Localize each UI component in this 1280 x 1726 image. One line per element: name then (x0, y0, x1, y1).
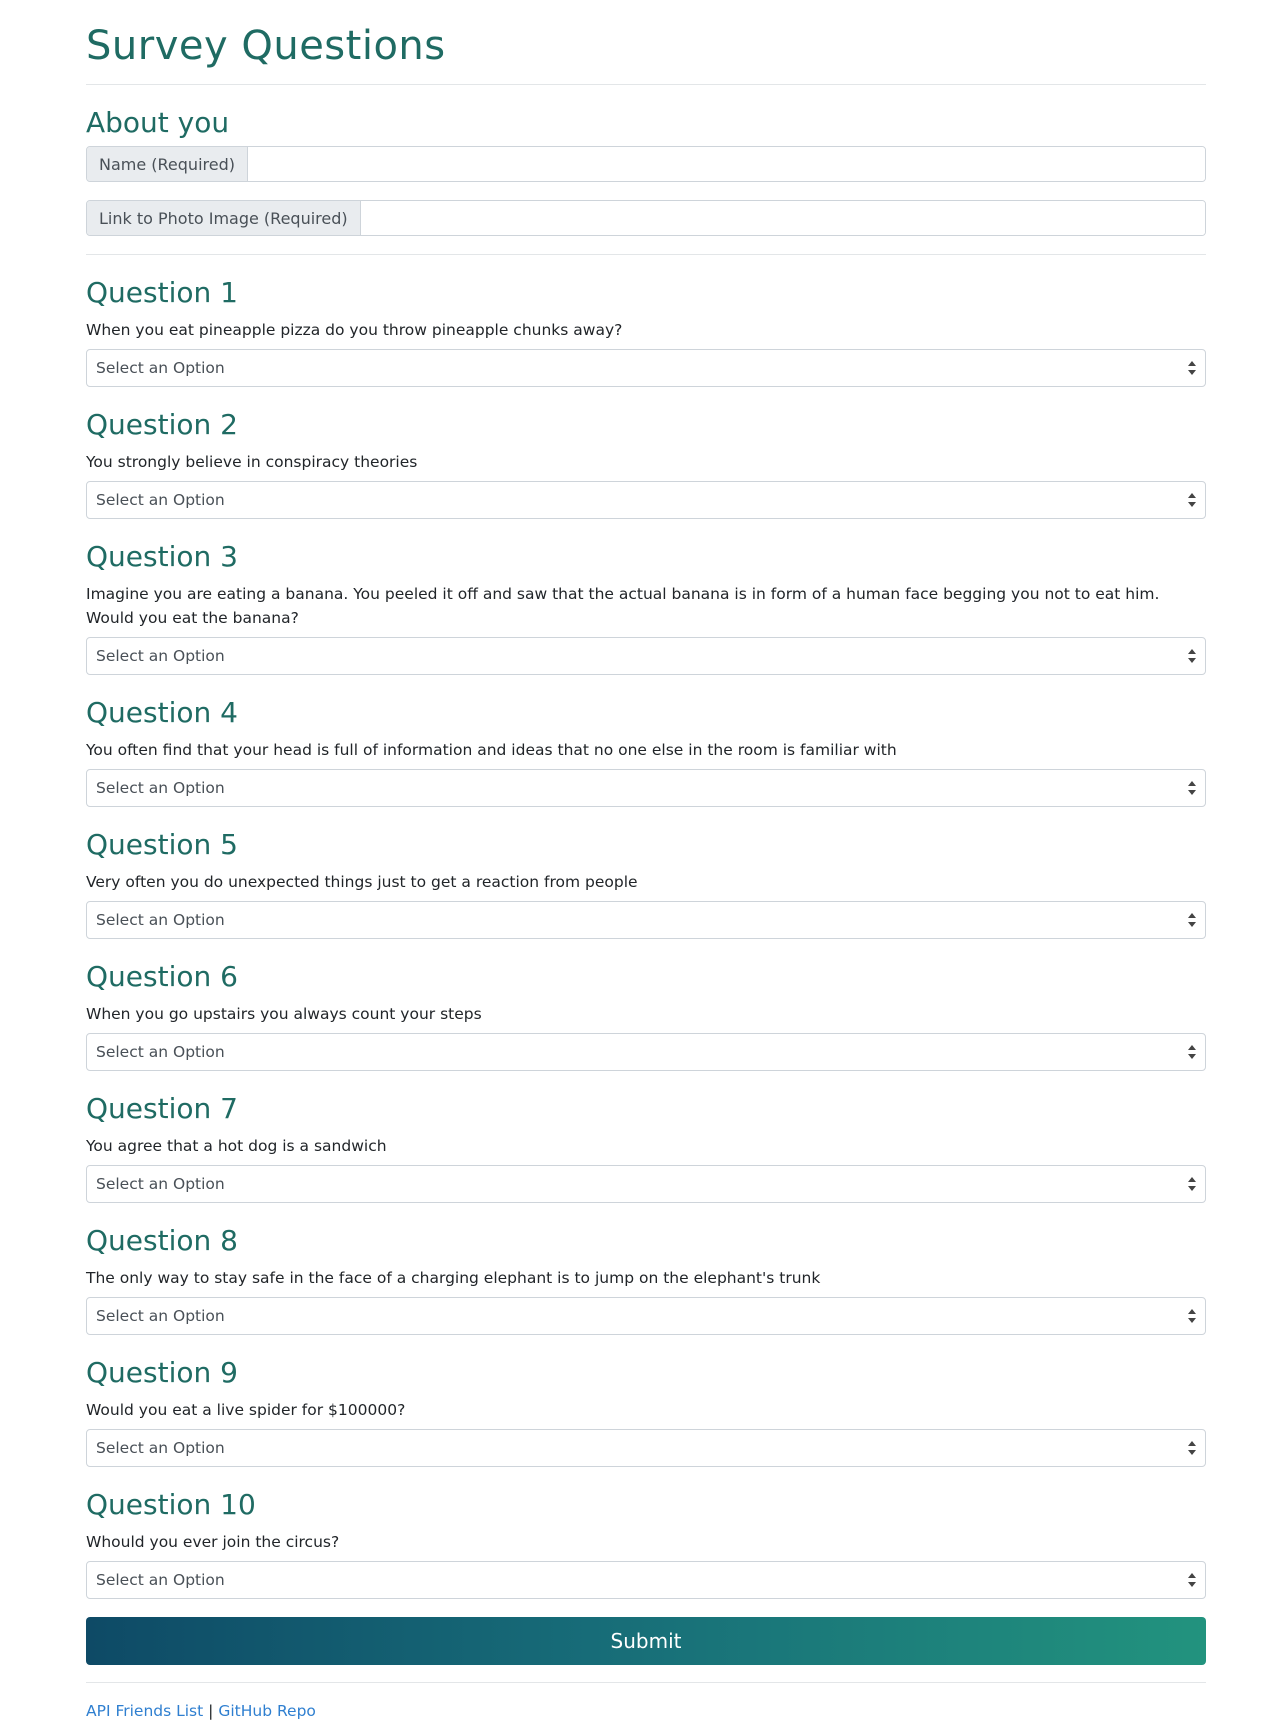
name-label: Name (Required) (87, 147, 248, 181)
photo-label: Link to Photo Image (Required) (87, 201, 361, 235)
question-8-heading: Question 8 (86, 1224, 238, 1257)
name-input-group: Name (Required) (86, 146, 1206, 182)
question-7-heading: Question 7 (86, 1092, 238, 1125)
title-divider (86, 84, 1206, 85)
select-arrows-icon (1188, 1045, 1196, 1059)
question-3-text: Imagine you are eating a banana. You pee… (86, 585, 1160, 627)
select-arrows-icon (1188, 913, 1196, 927)
question-9-heading: Question 9 (86, 1356, 238, 1389)
question-3-heading: Question 3 (86, 540, 238, 573)
question-10-select[interactable]: Select an Option (86, 1561, 1206, 1599)
api-friends-list-link[interactable]: API Friends List (86, 1702, 203, 1720)
question-1-selected: Select an Option (96, 359, 225, 377)
footer-separator: | (208, 1702, 214, 1720)
question-2-heading: Question 2 (86, 408, 238, 441)
question-10-heading: Question 10 (86, 1488, 256, 1521)
page-title: Survey Questions (86, 23, 446, 69)
question-8-select[interactable]: Select an Option (86, 1297, 1206, 1335)
question-6-selected: Select an Option (96, 1043, 225, 1061)
select-arrows-icon (1188, 1441, 1196, 1455)
question-10-selected: Select an Option (96, 1571, 225, 1589)
question-6-heading: Question 6 (86, 960, 238, 993)
question-4-heading: Question 4 (86, 696, 238, 729)
question-5-select[interactable]: Select an Option (86, 901, 1206, 939)
question-2-selected: Select an Option (96, 491, 225, 509)
question-5-heading: Question 5 (86, 828, 238, 861)
question-5-selected: Select an Option (96, 911, 225, 929)
question-4-select[interactable]: Select an Option (86, 769, 1206, 807)
question-9-select[interactable]: Select an Option (86, 1429, 1206, 1467)
question-2-text: You strongly believe in conspiracy theor… (86, 453, 418, 471)
question-5-text: Very often you do unexpected things just… (86, 873, 638, 891)
submit-button[interactable]: Submit (86, 1617, 1206, 1665)
question-3-select[interactable]: Select an Option (86, 637, 1206, 675)
question-1-heading: Question 1 (86, 276, 238, 309)
select-arrows-icon (1188, 1573, 1196, 1587)
question-6-select[interactable]: Select an Option (86, 1033, 1206, 1071)
question-4-selected: Select an Option (96, 779, 225, 797)
question-1-select[interactable]: Select an Option (86, 349, 1206, 387)
footer-divider (86, 1682, 1206, 1683)
select-arrows-icon (1188, 361, 1196, 375)
question-8-text: The only way to stay safe in the face of… (86, 1269, 821, 1287)
about-heading: About you (86, 106, 230, 139)
question-7-selected: Select an Option (96, 1175, 225, 1193)
question-4-text: You often find that your head is full of… (86, 741, 897, 759)
question-3-selected: Select an Option (96, 647, 225, 665)
question-2-select[interactable]: Select an Option (86, 481, 1206, 519)
photo-input-group: Link to Photo Image (Required) (86, 200, 1206, 236)
select-arrows-icon (1188, 781, 1196, 795)
question-6-text: When you go upstairs you always count yo… (86, 1005, 482, 1023)
question-8-selected: Select an Option (96, 1307, 225, 1325)
footer: API Friends List | GitHub Repo (86, 1700, 1206, 1722)
select-arrows-icon (1188, 1177, 1196, 1191)
question-9-text: Would you eat a live spider for $100000? (86, 1401, 406, 1419)
select-arrows-icon (1188, 1309, 1196, 1323)
select-arrows-icon (1188, 649, 1196, 663)
select-arrows-icon (1188, 493, 1196, 507)
github-repo-link[interactable]: GitHub Repo (218, 1702, 316, 1720)
question-10-text: Whould you ever join the circus? (86, 1533, 340, 1551)
photo-link-input[interactable] (360, 201, 1205, 235)
question-1-text: When you eat pineapple pizza do you thro… (86, 321, 623, 339)
about-divider (86, 254, 1206, 255)
question-7-select[interactable]: Select an Option (86, 1165, 1206, 1203)
name-input[interactable] (247, 147, 1205, 181)
question-7-text: You agree that a hot dog is a sandwich (86, 1137, 387, 1155)
question-9-selected: Select an Option (96, 1439, 225, 1457)
